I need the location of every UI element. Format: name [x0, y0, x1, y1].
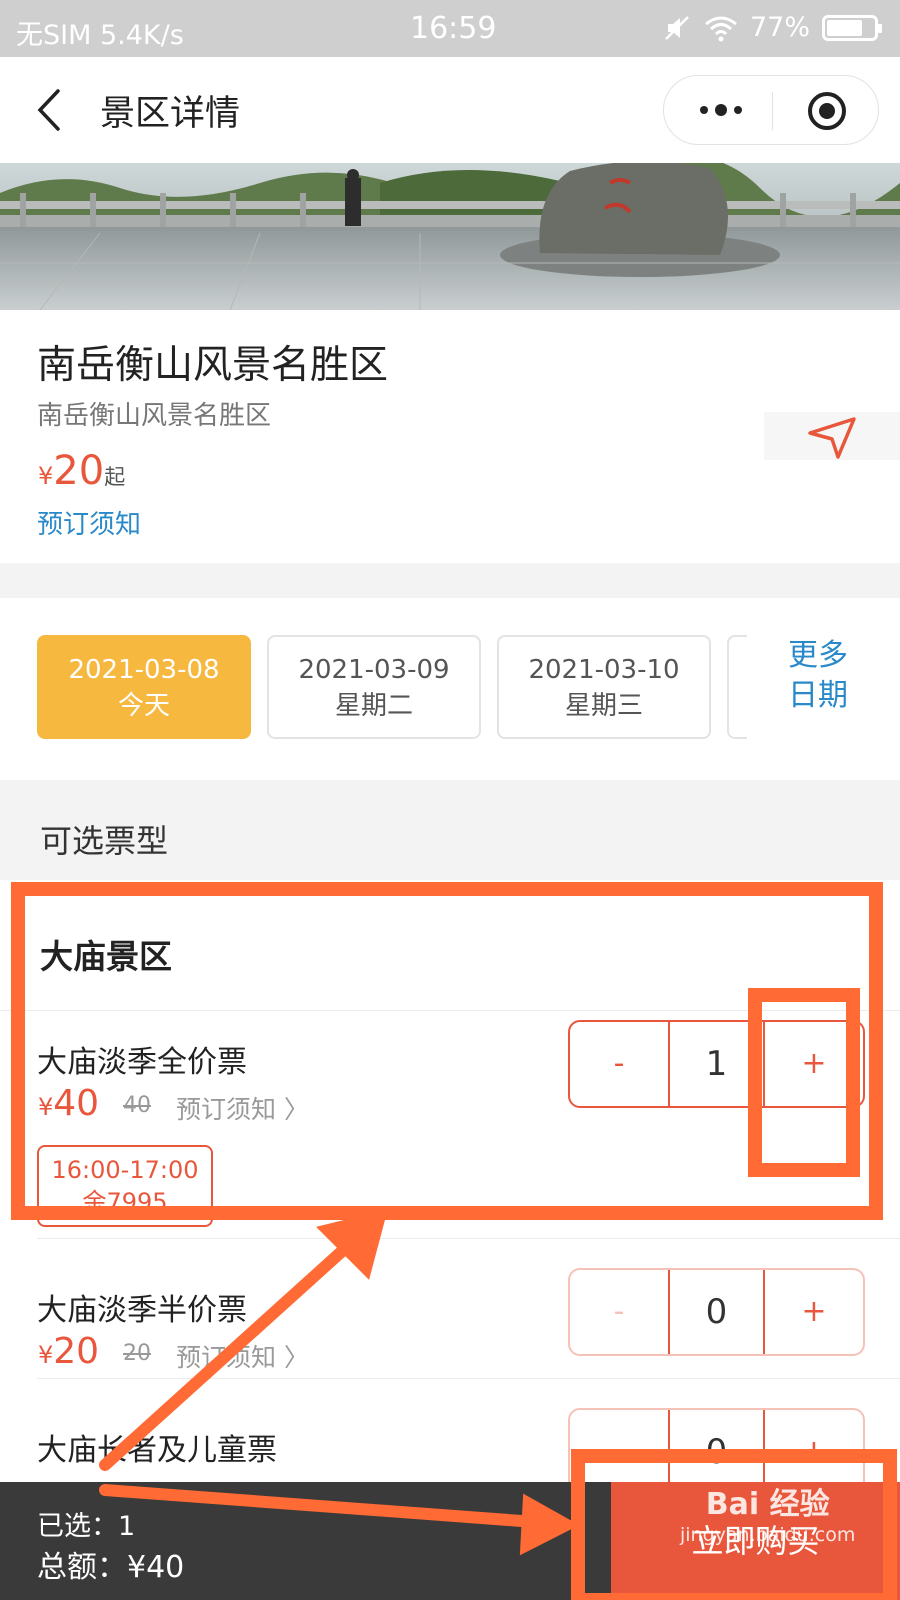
currency-symbol: ¥: [38, 1093, 54, 1121]
page-title: 景区详情: [100, 94, 241, 134]
miniprogram-capsule: [663, 75, 879, 145]
section-gap: [0, 563, 900, 598]
date-option-2[interactable]: 2021-03-10 星期三: [497, 635, 711, 739]
capsule-divider: [772, 92, 773, 130]
wifi-icon: [705, 16, 737, 41]
ticket-notice-link[interactable]: 预订须知 〉: [176, 1090, 309, 1126]
back-icon[interactable]: [34, 87, 64, 133]
quantity-value: 1: [670, 1022, 765, 1106]
ticket-name: 大庙淡季全价票: [37, 1045, 247, 1080]
time-slot-time: 16:00-17:00: [51, 1156, 199, 1184]
date-option-partial: [727, 635, 747, 739]
original-price: 40: [123, 1093, 151, 1118]
date-label: 2021-03-09: [298, 655, 450, 685]
scenic-subname: 南岳衡山风景名胜区: [37, 401, 272, 431]
ticket-price-value: 20: [53, 1331, 100, 1372]
time-slot-option[interactable]: 16:00-17:00 余7995: [37, 1145, 213, 1227]
watermark-url: jingyan.baidu.com: [680, 1524, 856, 1546]
clock: 16:59: [410, 11, 497, 46]
ticket-name: 大庙长者及儿童票: [37, 1433, 277, 1468]
increase-button[interactable]: +: [765, 1022, 863, 1106]
quantity-stepper: - 0 +: [568, 1268, 865, 1356]
mute-icon: [665, 15, 689, 40]
ticket-name: 大庙淡季半价票: [37, 1293, 247, 1328]
battery-percent: 77%: [749, 12, 810, 43]
ticket-group-title: 大庙景区: [40, 937, 172, 976]
date-label: 2021-03-08: [68, 655, 220, 685]
more-dates-button[interactable]: 更多 日期: [778, 636, 858, 716]
more-dates-line2: 日期: [788, 678, 848, 713]
time-slot-remaining: 余7995: [82, 1188, 168, 1216]
status-bar: 无SIM 5.4K/s 16:59 77%: [0, 0, 900, 57]
selected-count: 已选：1: [37, 1511, 136, 1542]
quantity-value: 0: [670, 1270, 765, 1354]
more-icon[interactable]: [696, 100, 746, 120]
scenic-banner-image: [0, 163, 900, 310]
currency-symbol: ¥: [38, 1341, 54, 1369]
navigate-button[interactable]: [764, 412, 900, 460]
chevron-right-icon: 〉: [283, 1343, 309, 1372]
price-suffix: 起: [104, 465, 126, 489]
watermark-title: Bai 经验: [705, 1487, 830, 1522]
decrease-button[interactable]: -: [570, 1022, 670, 1106]
status-icons: 77%: [662, 12, 882, 43]
date-option-0[interactable]: 2021-03-08 今天: [37, 635, 251, 739]
date-option-1[interactable]: 2021-03-09 星期二: [267, 635, 481, 739]
more-dates-line1: 更多: [788, 638, 848, 673]
total-amount: 总额：¥40: [37, 1550, 185, 1585]
quantity-stepper: - 1 +: [568, 1020, 865, 1108]
close-miniprogram-icon[interactable]: [807, 91, 847, 131]
divider: [0, 1010, 900, 1011]
date-selector: 2021-03-08 今天 2021-03-09 星期二 2021-03-10 …: [0, 598, 900, 780]
weekday-label: 星期三: [564, 691, 643, 721]
ticket-section-label: 可选票型: [40, 822, 169, 860]
battery-icon: [822, 14, 882, 41]
booking-notice-link[interactable]: 预订须知: [37, 504, 141, 541]
starting-price: ¥20起: [38, 448, 125, 494]
ticket-notice-text: 预订须知: [176, 1343, 277, 1372]
ticket-notice-text: 预订须知: [176, 1095, 277, 1124]
ticket-price: ¥20: [38, 1331, 99, 1372]
currency-symbol: ¥: [38, 462, 54, 490]
battery-level: [827, 19, 863, 36]
original-price: 20: [123, 1341, 151, 1366]
price-value: 20: [53, 448, 105, 494]
navigation-arrow-icon: [808, 417, 856, 459]
date-label: 2021-03-10: [528, 655, 680, 685]
ticket-price-value: 40: [53, 1083, 100, 1124]
decrease-button[interactable]: -: [570, 1270, 670, 1354]
navbar: 景区详情: [0, 57, 900, 163]
network-status: 无SIM 5.4K/s: [16, 20, 184, 51]
ticket-notice-link[interactable]: 预订须知 〉: [176, 1338, 309, 1374]
divider: [37, 1238, 900, 1239]
weekday-label: 星期二: [334, 691, 413, 721]
ticket-section-header: 可选票型: [0, 780, 900, 880]
scenic-name: 南岳衡山风景名胜区: [37, 343, 389, 388]
baidu-watermark: Bai 经验 jingyan.baidu.com: [680, 1490, 855, 1550]
divider: [37, 1378, 900, 1379]
weekday-label: 今天: [117, 691, 170, 721]
increase-button[interactable]: +: [765, 1270, 863, 1354]
scenic-info: 南岳衡山风景名胜区 南岳衡山风景名胜区 ¥20起 预订须知: [0, 310, 900, 563]
chevron-right-icon: 〉: [283, 1095, 309, 1124]
ticket-price: ¥40: [38, 1083, 99, 1124]
